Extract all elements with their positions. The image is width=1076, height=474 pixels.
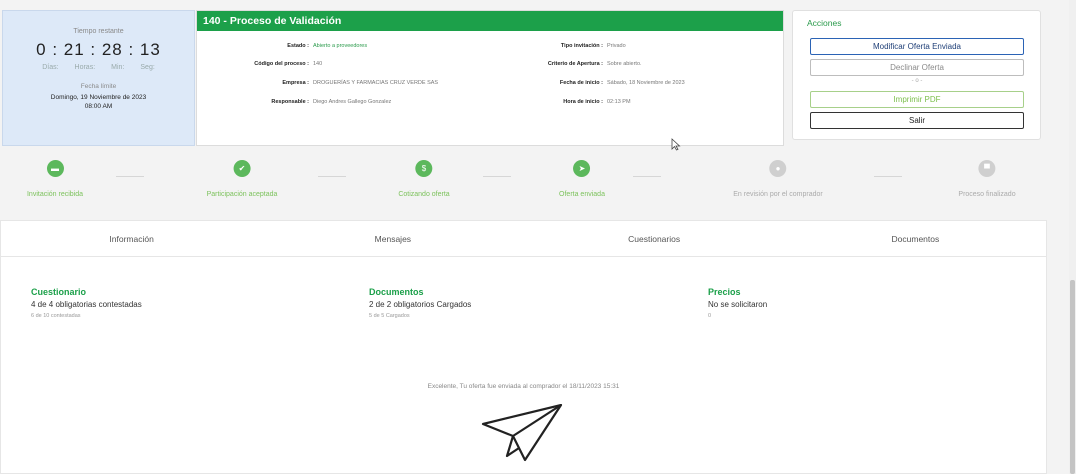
field-empresa: Empresa : DROGUERÍAS Y FARMACIAS CRUZ VE…: [197, 80, 438, 86]
field-criterio: Criterio de Apertura : Sobre abierto.: [497, 61, 642, 67]
field-value: 02:13 PM: [607, 99, 631, 105]
summary-main: 2 de 2 obligatorios Cargados: [369, 300, 472, 309]
unit-seconds: Seg:: [140, 64, 155, 71]
field-tipo: Tipo invitación : Privado: [497, 43, 626, 49]
questionnaire-summary: Cuestionario 4 de 4 obligatorias contest…: [31, 287, 142, 319]
actions-panel: Acciones Modificar Oferta Enviada Declin…: [792, 10, 1041, 140]
tab-mensajes[interactable]: Mensajes: [262, 221, 523, 256]
mouse-cursor-icon: [671, 138, 681, 151]
summary-title: Documentos: [369, 287, 424, 297]
paper-plane-icon: [481, 404, 563, 462]
summary-sub: 6 de 10 contestadas: [31, 313, 81, 319]
exit-button[interactable]: Salir: [810, 112, 1024, 129]
scrollbar-thumb[interactable]: [1070, 280, 1075, 474]
step-quoting-offer: $ Cotizando oferta: [398, 160, 450, 198]
field-fecha-inicio: Fecha de inicio : Sábado, 18 Noviembre d…: [497, 80, 685, 86]
summary-main: No se solicitaron: [708, 300, 768, 309]
step-buyer-review: ● En revisión por el comprador: [733, 160, 823, 198]
decline-offer-button[interactable]: Declinar Oferta: [810, 59, 1024, 76]
offer-sent-message: Excelente, Tu oferta fue enviada al comp…: [427, 383, 620, 390]
step-label: Cotizando oferta: [398, 191, 450, 198]
step-label: Proceso finalizado: [958, 191, 1016, 198]
countdown-value: 0 : 21 : 28 : 13: [36, 40, 161, 59]
summary-sub: 5 de 5 Cargados: [369, 313, 410, 319]
deadline-time: 08:00 AM: [84, 103, 113, 111]
step-label: Invitación recibida: [26, 191, 84, 198]
step-connector: [483, 176, 511, 177]
time-remaining-label: Tiempo restante: [73, 28, 124, 35]
step-participation-accepted: ✔ Participación aceptada: [206, 160, 278, 198]
field-value: Abierto a proveedores: [313, 43, 368, 49]
deadline-value: Domingo, 19 Noviembre de 2023 08:00 AM: [3, 93, 194, 111]
process-title: 140 - Proceso de Validación: [197, 11, 783, 31]
tab-cuestionarios[interactable]: Cuestionarios: [524, 221, 785, 256]
field-hora-inicio: Hora de inicio : 02:13 PM: [497, 99, 631, 105]
page-scrollbar[interactable]: [1069, 0, 1076, 474]
tab-documentos[interactable]: Documentos: [785, 221, 1046, 256]
field-label: Estado :: [287, 43, 309, 49]
field-value: DROGUERÍAS Y FARMACIAS CRUZ VERDE SAS: [313, 80, 439, 86]
field-codigo: Código del proceso : 140: [197, 61, 322, 67]
modify-offer-button[interactable]: Modificar Oferta Enviada: [810, 38, 1024, 55]
process-details: Estado : Abierto a proveedores Código de…: [197, 31, 783, 151]
field-label: Tipo invitación :: [560, 43, 603, 49]
prices-summary: Precios No se solicitaron 0: [708, 287, 767, 319]
field-label: Criterio de Apertura :: [547, 61, 603, 67]
review-icon: ●: [769, 160, 787, 177]
step-label: En revisión por el comprador: [733, 191, 823, 198]
unit-hours: Horas:: [74, 64, 96, 71]
step-process-finished: ▀ Proceso finalizado: [958, 160, 1016, 198]
deadline-date: Domingo, 19 Noviembre de 2023: [50, 94, 147, 101]
unit-minutes: Min:: [111, 64, 125, 71]
field-value: Sábado, 18 Noviembre de 2023: [607, 80, 685, 86]
summary-title: Precios: [708, 287, 741, 297]
field-label: Código del proceso :: [254, 61, 309, 67]
field-value: Privado: [607, 43, 626, 49]
step-connector: [318, 176, 346, 177]
or-separator: - o -: [911, 78, 923, 84]
field-label: Fecha de inicio :: [559, 80, 603, 86]
tab-bar: Información Mensajes Cuestionarios Docum…: [1, 221, 1046, 257]
finished-icon: ▀: [978, 160, 996, 177]
field-value: Sobre abierto.: [607, 61, 642, 67]
tab-informacion[interactable]: Información: [1, 221, 262, 256]
summary-title: Cuestionario: [31, 287, 87, 297]
unit-days: Días:: [42, 64, 59, 71]
progress-steps: ▬ Invitación recibida ✔ Participación ac…: [0, 160, 1045, 205]
check-icon: ✔: [233, 160, 251, 177]
deadline-label: Fecha límite: [80, 83, 117, 90]
process-info-panel: 140 - Proceso de Validación Estado : Abi…: [196, 10, 784, 151]
field-estado: Estado : Abierto a proveedores: [197, 43, 367, 49]
field-value: Diego Andres Gallego Gonzalez: [313, 99, 392, 105]
step-label: Oferta enviada: [559, 191, 605, 198]
countdown-panel: Tiempo restante 0 : 21 : 28 : 13 Días: H…: [2, 10, 195, 146]
step-connector: [874, 176, 902, 177]
step-connector: [116, 176, 144, 177]
step-offer-sent: ➤ Oferta enviada: [559, 160, 605, 198]
step-invitation-received: ▬ Invitación recibida: [27, 160, 83, 198]
summary-main: 4 de 4 obligatorias contestadas: [31, 300, 142, 309]
send-icon: ➤: [573, 160, 591, 177]
field-label: Responsable :: [271, 99, 309, 105]
content-panel: Información Mensajes Cuestionarios Docum…: [0, 220, 1047, 474]
field-value: 140: [313, 61, 323, 67]
summary-sub: 0: [708, 313, 712, 319]
actions-title: Acciones: [807, 18, 842, 28]
inbox-icon: ▬: [46, 160, 64, 177]
field-responsable: Responsable : Diego Andres Gallego Gonza…: [197, 99, 391, 105]
field-label: Empresa :: [282, 80, 309, 86]
documents-summary: Documentos 2 de 2 obligatorios Cargados …: [369, 287, 471, 319]
countdown-units: Días: Horas: Min: Seg:: [3, 64, 194, 71]
print-pdf-button[interactable]: Imprimir PDF: [810, 91, 1024, 108]
field-label: Hora de inicio :: [563, 99, 603, 105]
step-connector: [633, 176, 661, 177]
step-label: Participación aceptada: [206, 191, 278, 198]
dollar-icon: $: [415, 160, 433, 177]
